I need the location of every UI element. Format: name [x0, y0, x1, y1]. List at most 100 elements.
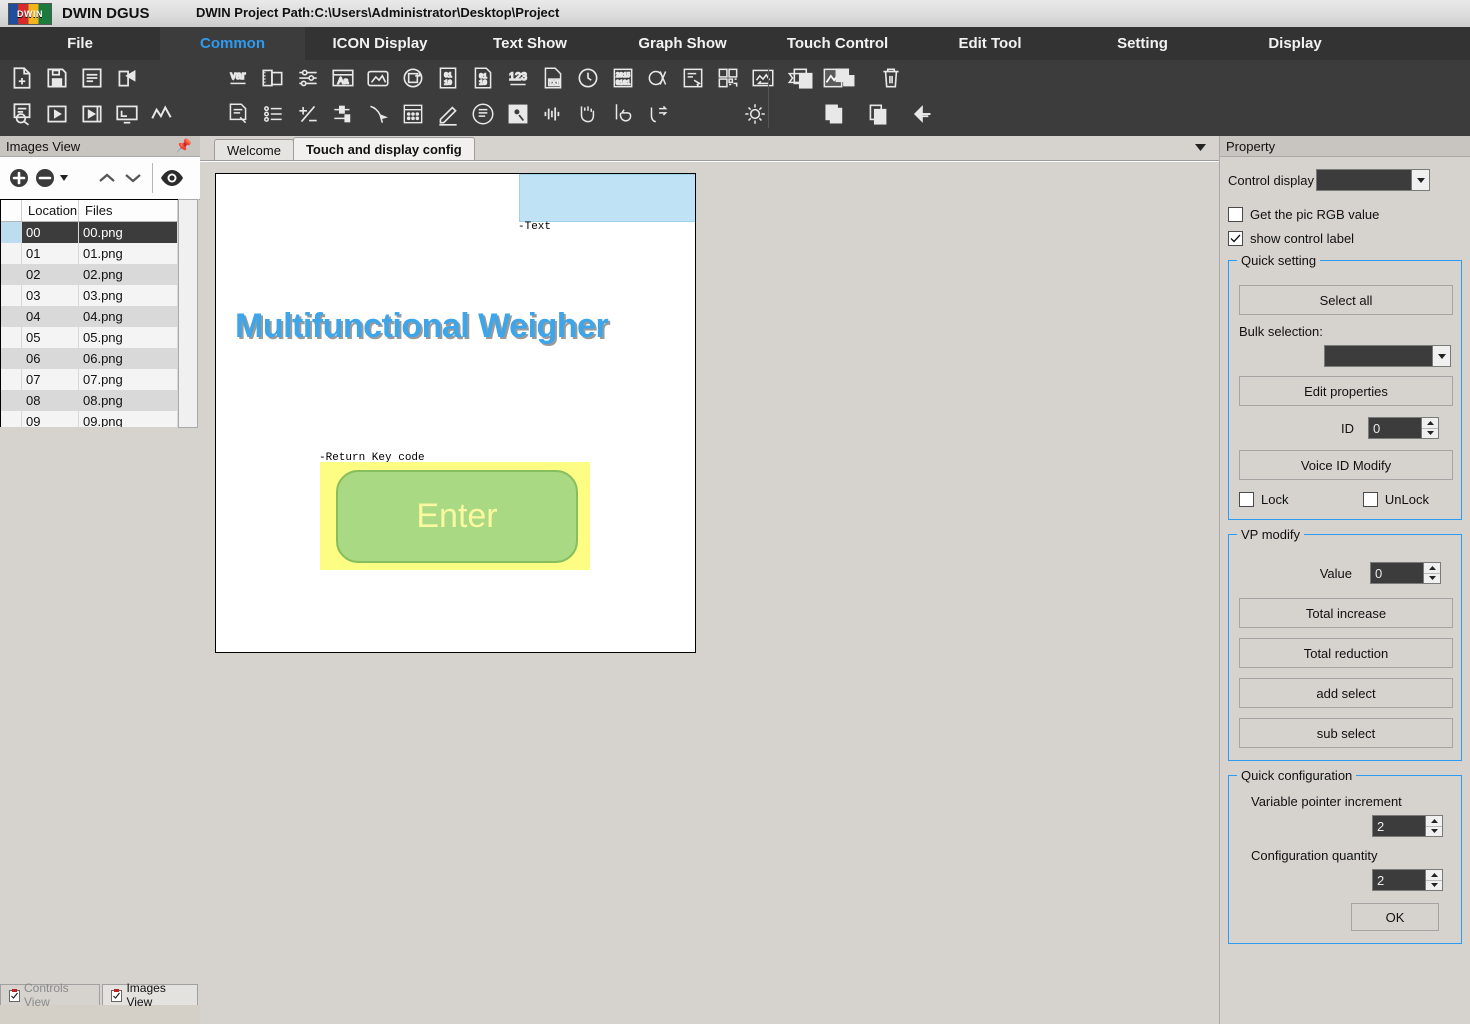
- edit-properties-button[interactable]: Edit properties: [1239, 376, 1453, 406]
- control-display-combo[interactable]: [1316, 169, 1430, 191]
- stepper-up-icon[interactable]: [1426, 816, 1442, 827]
- configuration-quantity-stepper[interactable]: 2: [1372, 869, 1443, 891]
- stepper-down-icon[interactable]: [1422, 429, 1438, 439]
- column-header-files[interactable]: Files: [78, 200, 178, 222]
- stepper-up-icon[interactable]: [1422, 418, 1438, 429]
- tab-images-view[interactable]: Images View: [102, 981, 198, 1009]
- vp-value-stepper-arrows[interactable]: [1423, 563, 1440, 583]
- clock-icon[interactable]: [571, 62, 604, 95]
- copy-multi-icon[interactable]: [819, 98, 852, 131]
- pen-icon[interactable]: [431, 98, 464, 131]
- preview-eye-icon[interactable]: [159, 165, 185, 191]
- id-stepper[interactable]: 0: [1368, 417, 1439, 439]
- vp-value-stepper[interactable]: 0: [1370, 562, 1441, 584]
- table-row[interactable]: 00 00.png: [1, 221, 178, 243]
- delete-icon[interactable]: [874, 62, 907, 95]
- design-canvas[interactable]: -Text Multifunctional Weigher -Return Ke…: [215, 173, 696, 653]
- id-value[interactable]: 0: [1369, 418, 1421, 438]
- swipe-icon[interactable]: [641, 98, 674, 131]
- rotate-icon[interactable]: [396, 62, 429, 95]
- remove-image-icon[interactable]: [32, 165, 58, 191]
- dropdown-caret-icon[interactable]: [58, 175, 70, 181]
- disc-icon[interactable]: [466, 98, 499, 131]
- curve-icon[interactable]: [145, 98, 178, 131]
- image-swap-icon[interactable]: [746, 62, 779, 95]
- paste-icon[interactable]: [861, 98, 894, 131]
- waveform-icon[interactable]: [536, 98, 569, 131]
- table-row[interactable]: 09 09.png: [1, 411, 178, 427]
- stepper-down-icon[interactable]: [1426, 827, 1442, 837]
- qr-code-icon[interactable]: [711, 62, 744, 95]
- undo-icon[interactable]: [907, 98, 940, 131]
- move-up-icon[interactable]: [94, 165, 120, 191]
- image-box-icon[interactable]: [361, 62, 394, 95]
- export-page-icon[interactable]: [75, 62, 108, 95]
- menu-item-touch-control[interactable]: Touch Control: [760, 27, 915, 60]
- table-row[interactable]: 03 03.png: [1, 285, 178, 306]
- table-row[interactable]: 04 04.png: [1, 306, 178, 327]
- tab-touch-and-display-config[interactable]: Touch and display config: [292, 137, 475, 160]
- menu-item-common[interactable]: Common: [160, 27, 305, 60]
- ok-button[interactable]: OK: [1351, 903, 1439, 931]
- bullet-list-icon[interactable]: [256, 98, 289, 131]
- menu-item-file[interactable]: File: [0, 27, 160, 60]
- film-play-icon[interactable]: [75, 98, 108, 131]
- pin-icon[interactable]: 📌: [176, 138, 192, 154]
- chevron-down-icon[interactable]: [1411, 170, 1429, 190]
- touch-drag-icon[interactable]: [361, 98, 394, 131]
- show-control-label-row[interactable]: show control label: [1228, 231, 1462, 246]
- art-icon[interactable]: [641, 62, 674, 95]
- move-down-icon[interactable]: [120, 165, 146, 191]
- show-control-label-checkbox[interactable]: [1228, 231, 1243, 246]
- table-row[interactable]: 07 07.png: [1, 369, 178, 390]
- tab-overflow-dropdown-icon[interactable]: [1190, 138, 1210, 156]
- monitor-preview-icon[interactable]: [110, 98, 143, 131]
- number-123-icon[interactable]: 123: [501, 62, 534, 95]
- text-box-icon[interactable]: Aa: [326, 62, 359, 95]
- txt-file-icon[interactable]: TXT: [536, 62, 569, 95]
- get-pic-rgb-row[interactable]: Get the pic RGB value: [1228, 207, 1462, 222]
- variable-pointer-increment-stepper-arrows[interactable]: [1425, 816, 1442, 836]
- new-file-icon[interactable]: [5, 62, 38, 95]
- images-table[interactable]: Location Files 00 00.png 01 01.png 02 02…: [0, 199, 179, 427]
- table-row[interactable]: 02 02.png: [1, 264, 178, 285]
- adjust-icon[interactable]: [326, 98, 359, 131]
- configuration-quantity-value[interactable]: 2: [1373, 870, 1425, 890]
- vp-value[interactable]: 0: [1371, 563, 1423, 583]
- table-row[interactable]: 05 05.png: [1, 327, 178, 348]
- table-row[interactable]: 06 06.png: [1, 348, 178, 369]
- file-search-icon[interactable]: [5, 98, 38, 131]
- text-display-control[interactable]: [519, 174, 695, 222]
- menu-item-icon-display[interactable]: ICON Display: [305, 27, 455, 60]
- tab-welcome[interactable]: Welcome: [214, 139, 294, 160]
- var-icon[interactable]: var: [221, 62, 254, 95]
- keypad-icon[interactable]: [396, 98, 429, 131]
- gesture-icon[interactable]: [571, 98, 604, 131]
- enter-button[interactable]: Enter: [336, 470, 578, 563]
- select-all-button[interactable]: Select all: [1239, 285, 1453, 315]
- stepper-down-icon[interactable]: [1426, 881, 1442, 891]
- images-list-scrollbar[interactable]: [178, 199, 198, 428]
- sub-select-button[interactable]: sub select: [1239, 718, 1453, 748]
- menu-item-setting[interactable]: Setting: [1065, 27, 1220, 60]
- total-reduction-button[interactable]: Total reduction: [1239, 638, 1453, 668]
- add-select-button[interactable]: add select: [1239, 678, 1453, 708]
- brightness-icon[interactable]: [738, 98, 771, 131]
- menu-item-display[interactable]: Display: [1220, 27, 1370, 60]
- save-icon[interactable]: [40, 62, 73, 95]
- get-pic-rgb-checkbox[interactable]: [1228, 207, 1243, 222]
- bulk-selection-combo[interactable]: [1324, 345, 1451, 367]
- configuration-quantity-stepper-arrows[interactable]: [1425, 870, 1442, 890]
- variable-pointer-increment-value[interactable]: 2: [1373, 816, 1425, 836]
- stepper-down-icon[interactable]: [1424, 574, 1440, 584]
- sliders-icon[interactable]: [291, 62, 324, 95]
- play-icon[interactable]: [40, 98, 73, 131]
- tab-controls-view[interactable]: Controls View: [0, 981, 101, 1009]
- stepper-up-icon[interactable]: [1424, 563, 1440, 574]
- column-header-location[interactable]: Location: [21, 200, 79, 222]
- date-icon[interactable]: 2015 0101: [606, 62, 639, 95]
- add-image-icon[interactable]: [6, 165, 32, 191]
- copy-icon[interactable]: [786, 62, 819, 95]
- table-row[interactable]: 01 01.png: [1, 243, 178, 264]
- return-key-code-control[interactable]: Enter: [320, 462, 590, 570]
